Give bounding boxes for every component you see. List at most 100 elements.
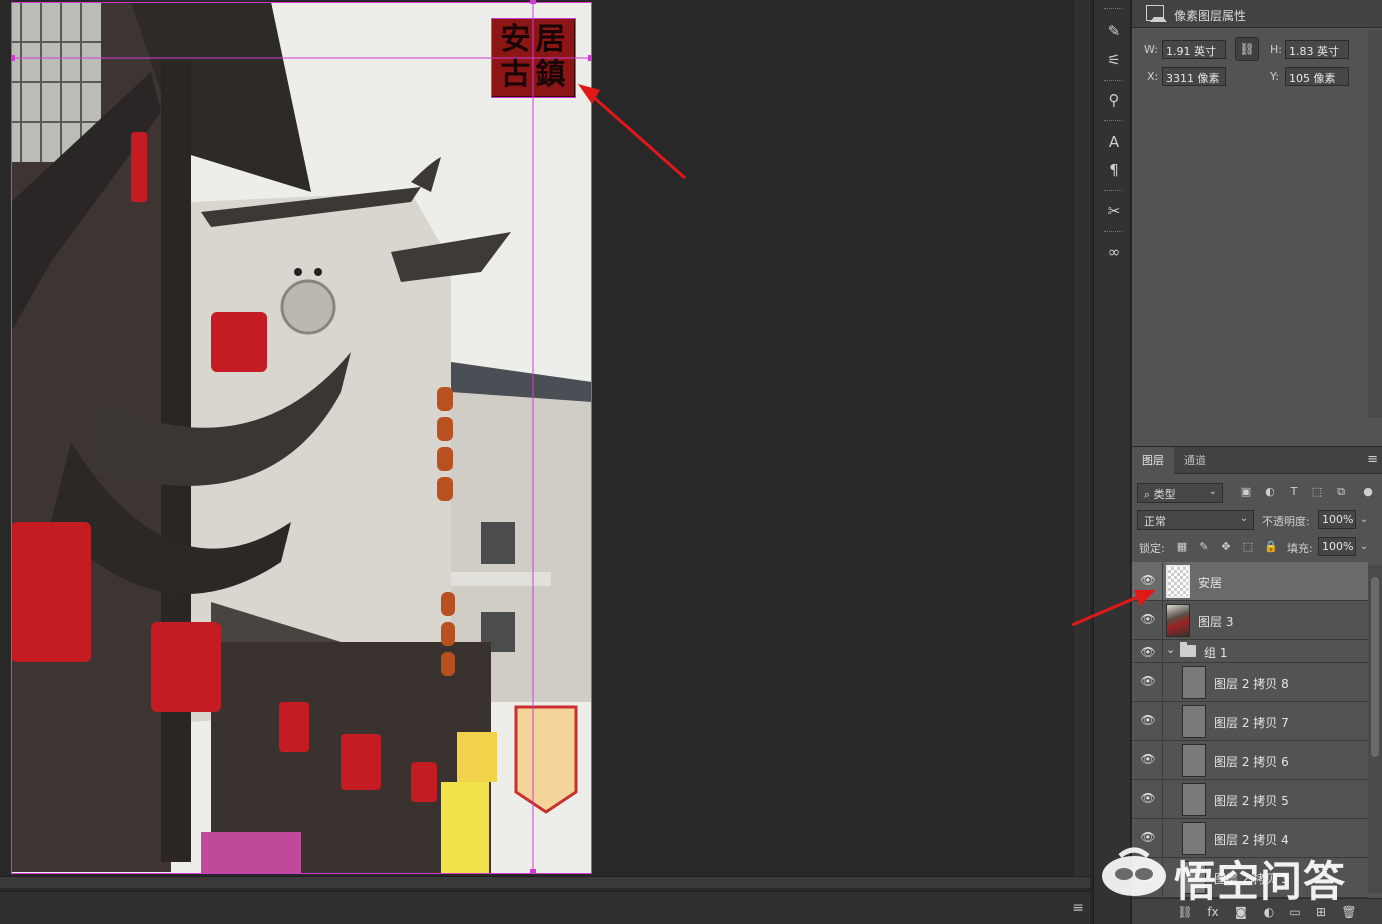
visibility-eye-icon[interactable]: 👁 (1140, 613, 1156, 625)
filter-toggle-icon[interactable]: ● (1360, 484, 1376, 500)
visibility-eye-icon[interactable]: 👁 (1140, 574, 1156, 586)
y-field[interactable]: 105 像素 (1285, 67, 1349, 86)
fill-label: 填充: (1287, 542, 1313, 555)
stamp-char-4: 鎮 (535, 56, 566, 92)
layer-thumbnail (1166, 604, 1190, 637)
layer-thumbnail (1182, 666, 1206, 699)
canvas-photo (11, 2, 592, 874)
tool-presets-icon[interactable]: ✂ (1103, 200, 1125, 222)
panel-dock-icons: ✎ ⚟ ⚲ A ¶ ✂ ∞ (1093, 0, 1131, 924)
lock-paint-icon[interactable]: ✎ (1197, 540, 1211, 554)
layer-thumbnail (1182, 744, 1206, 777)
visibility-eye-icon[interactable]: 👁 (1140, 792, 1156, 804)
layer-row[interactable]: 👁 图层 2 拷贝 7 (1132, 702, 1368, 741)
layer-name: 组 1 (1204, 646, 1228, 660)
lock-position-icon[interactable]: ✥ (1219, 540, 1233, 554)
divider (1162, 780, 1163, 818)
stamp-char-1: 安 (500, 22, 531, 57)
brush-settings-icon[interactable]: ✎ (1103, 20, 1125, 42)
paragraph-icon[interactable]: ¶ (1103, 159, 1125, 181)
layer-row-layer3[interactable]: 👁 图层 3 (1132, 601, 1368, 640)
lock-label: 锁定: (1139, 542, 1165, 555)
filter-kind-dropdown[interactable]: ⌕ 类型 ⌄ (1137, 483, 1223, 503)
chevron-down-icon: ⌄ (1208, 486, 1217, 497)
folder-icon (1180, 642, 1196, 657)
x-label: X: (1147, 70, 1159, 83)
creative-cloud-icon[interactable]: ∞ (1103, 241, 1125, 263)
stamp-char-3: 古 (500, 56, 531, 92)
opacity-label: 不透明度: (1262, 515, 1310, 528)
search-icon: ⌕ (1144, 488, 1151, 501)
layer-name: 图层 2 拷贝 8 (1214, 677, 1289, 691)
visibility-eye-icon[interactable]: 👁 (1140, 831, 1156, 843)
chevron-down-icon: ⌄ (1239, 513, 1248, 524)
adjust-icon[interactable]: ⚟ (1103, 49, 1125, 71)
watermark-text: 悟空问答 (1174, 857, 1347, 906)
street-scene-image (11, 2, 592, 874)
layer-name: 图层 2 拷贝 5 (1214, 794, 1289, 808)
properties-header: 像素图层属性 (1132, 0, 1382, 28)
width-label: W: (1144, 43, 1158, 56)
character-icon[interactable]: A (1103, 131, 1125, 153)
dock-grip[interactable] (1104, 190, 1122, 192)
blend-mode-value: 正常 (1144, 515, 1166, 528)
divider (1162, 562, 1163, 600)
chevron-down-icon[interactable]: ⌄ (1166, 643, 1175, 656)
fill-chevron-icon[interactable]: ⌄ (1357, 537, 1371, 556)
layers-tabs: 图层 通道 ≡ (1132, 447, 1382, 474)
visibility-eye-icon[interactable]: 👁 (1140, 753, 1156, 765)
link-dimensions-icon[interactable]: ⛓ (1235, 37, 1259, 61)
visibility-eye-icon[interactable]: 👁 (1140, 675, 1156, 687)
divider (1162, 702, 1163, 740)
layer-name: 图层 2 拷贝 6 (1214, 755, 1289, 769)
layer-thumbnail (1166, 565, 1190, 598)
opacity-field[interactable]: 100% (1318, 510, 1356, 529)
watermark: 悟空问答 (1100, 846, 1370, 906)
photoshop-window: 安 居 古 鎮 ≡ ✎ ⚟ ⚲ A ¶ ✂ ∞ 像素图层属性 W: 1.91 英… (0, 0, 1382, 924)
canvas-vertical-scrollbar[interactable] (1074, 0, 1090, 876)
filter-pixel-icon[interactable]: ▣ (1238, 484, 1254, 500)
divider (1162, 741, 1163, 779)
width-field[interactable]: 1.91 英寸 (1162, 40, 1226, 59)
fill-field[interactable]: 100% (1318, 537, 1356, 556)
layer-row-anju[interactable]: 👁 安居 (1132, 562, 1368, 601)
lock-artboard-icon[interactable]: ⬚ (1241, 540, 1255, 554)
dock-grip[interactable] (1104, 231, 1122, 233)
x-field[interactable]: 3311 像素 (1162, 67, 1226, 86)
lock-transparent-icon[interactable]: ▦ (1175, 540, 1189, 554)
pixel-layer-icon (1146, 5, 1167, 22)
visibility-eye-icon[interactable]: 👁 (1140, 714, 1156, 726)
tab-channels[interactable]: 通道 (1174, 447, 1216, 474)
clone-source-icon[interactable]: ⚲ (1103, 89, 1125, 111)
filter-shape-icon[interactable]: ⬚ (1309, 484, 1325, 500)
tab-layers[interactable]: 图层 (1132, 447, 1174, 474)
stamp-char-2: 居 (535, 22, 566, 57)
dock-grip[interactable] (1104, 120, 1122, 122)
filter-adjustment-icon[interactable]: ◐ (1262, 484, 1278, 500)
layers-scrollbar-thumb[interactable] (1371, 577, 1379, 757)
visibility-eye-icon[interactable]: 👁 (1140, 646, 1156, 658)
layer-row[interactable]: 👁 图层 2 拷贝 6 (1132, 741, 1368, 780)
lock-all-icon[interactable]: 🔒 (1264, 540, 1278, 554)
y-label: Y: (1270, 70, 1279, 83)
layer-row[interactable]: 👁 图层 2 拷贝 8 (1132, 663, 1368, 702)
document-canvas-area[interactable]: 安 居 古 鎮 (0, 0, 1090, 895)
height-label: H: (1270, 43, 1282, 56)
canvas-horizontal-scrollbar[interactable] (0, 876, 1090, 888)
panel-menu-icon[interactable]: ≡ (1367, 452, 1378, 467)
height-field[interactable]: 1.83 英寸 (1285, 40, 1349, 59)
filter-kind-value: 类型 (1153, 488, 1176, 501)
layer-group-row[interactable]: 👁 ⌄ 组 1 (1132, 640, 1368, 663)
layer-row[interactable]: 👁 图层 2 拷贝 5 (1132, 780, 1368, 819)
opacity-chevron-icon[interactable]: ⌄ (1357, 510, 1371, 529)
status-menu-icon[interactable]: ≡ (1072, 900, 1084, 916)
properties-scrollbar[interactable] (1368, 30, 1382, 418)
dock-grip[interactable] (1104, 8, 1122, 10)
layer-name: 图层 2 拷贝 7 (1214, 716, 1289, 730)
dock-grip[interactable] (1104, 80, 1122, 82)
blend-mode-dropdown[interactable]: 正常 ⌄ (1137, 510, 1254, 530)
stamp-layer-content[interactable]: 安 居 古 鎮 (491, 18, 575, 97)
wukong-logo-icon (1102, 847, 1166, 896)
filter-type-icon[interactable]: T (1286, 484, 1302, 500)
filter-smart-object-icon[interactable]: ⧉ (1333, 484, 1349, 500)
